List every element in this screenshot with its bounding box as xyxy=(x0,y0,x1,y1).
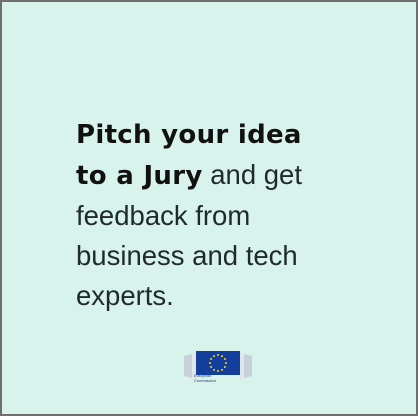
eu-star-icon xyxy=(217,354,219,356)
european-commission-label: European Commission xyxy=(194,373,217,383)
eu-star-icon xyxy=(210,358,213,360)
promo-message: Pitch your idea to a Jury and get feedba… xyxy=(76,114,376,316)
eu-star-icon xyxy=(221,368,223,371)
eu-star-icon xyxy=(213,355,215,358)
eu-star-icon xyxy=(225,362,227,364)
headline-bold-line1: Pitch your idea xyxy=(76,120,302,150)
headline-line4: business and tech xyxy=(76,240,298,271)
eu-star-icon xyxy=(223,358,226,360)
european-commission-logo xyxy=(184,351,252,382)
headline-line2-tail: and get xyxy=(202,159,302,190)
eu-star-icon xyxy=(213,368,215,371)
eu-star-icon xyxy=(223,366,226,368)
headline-bold-line2: to a Jury xyxy=(76,161,203,191)
eu-star-icon xyxy=(217,370,219,372)
headline-line3: feedback from xyxy=(76,200,251,231)
eu-star-icon xyxy=(209,362,211,364)
eu-star-icon xyxy=(210,366,213,368)
headline-line5: experts. xyxy=(76,280,174,311)
eu-star-icon xyxy=(221,355,223,358)
